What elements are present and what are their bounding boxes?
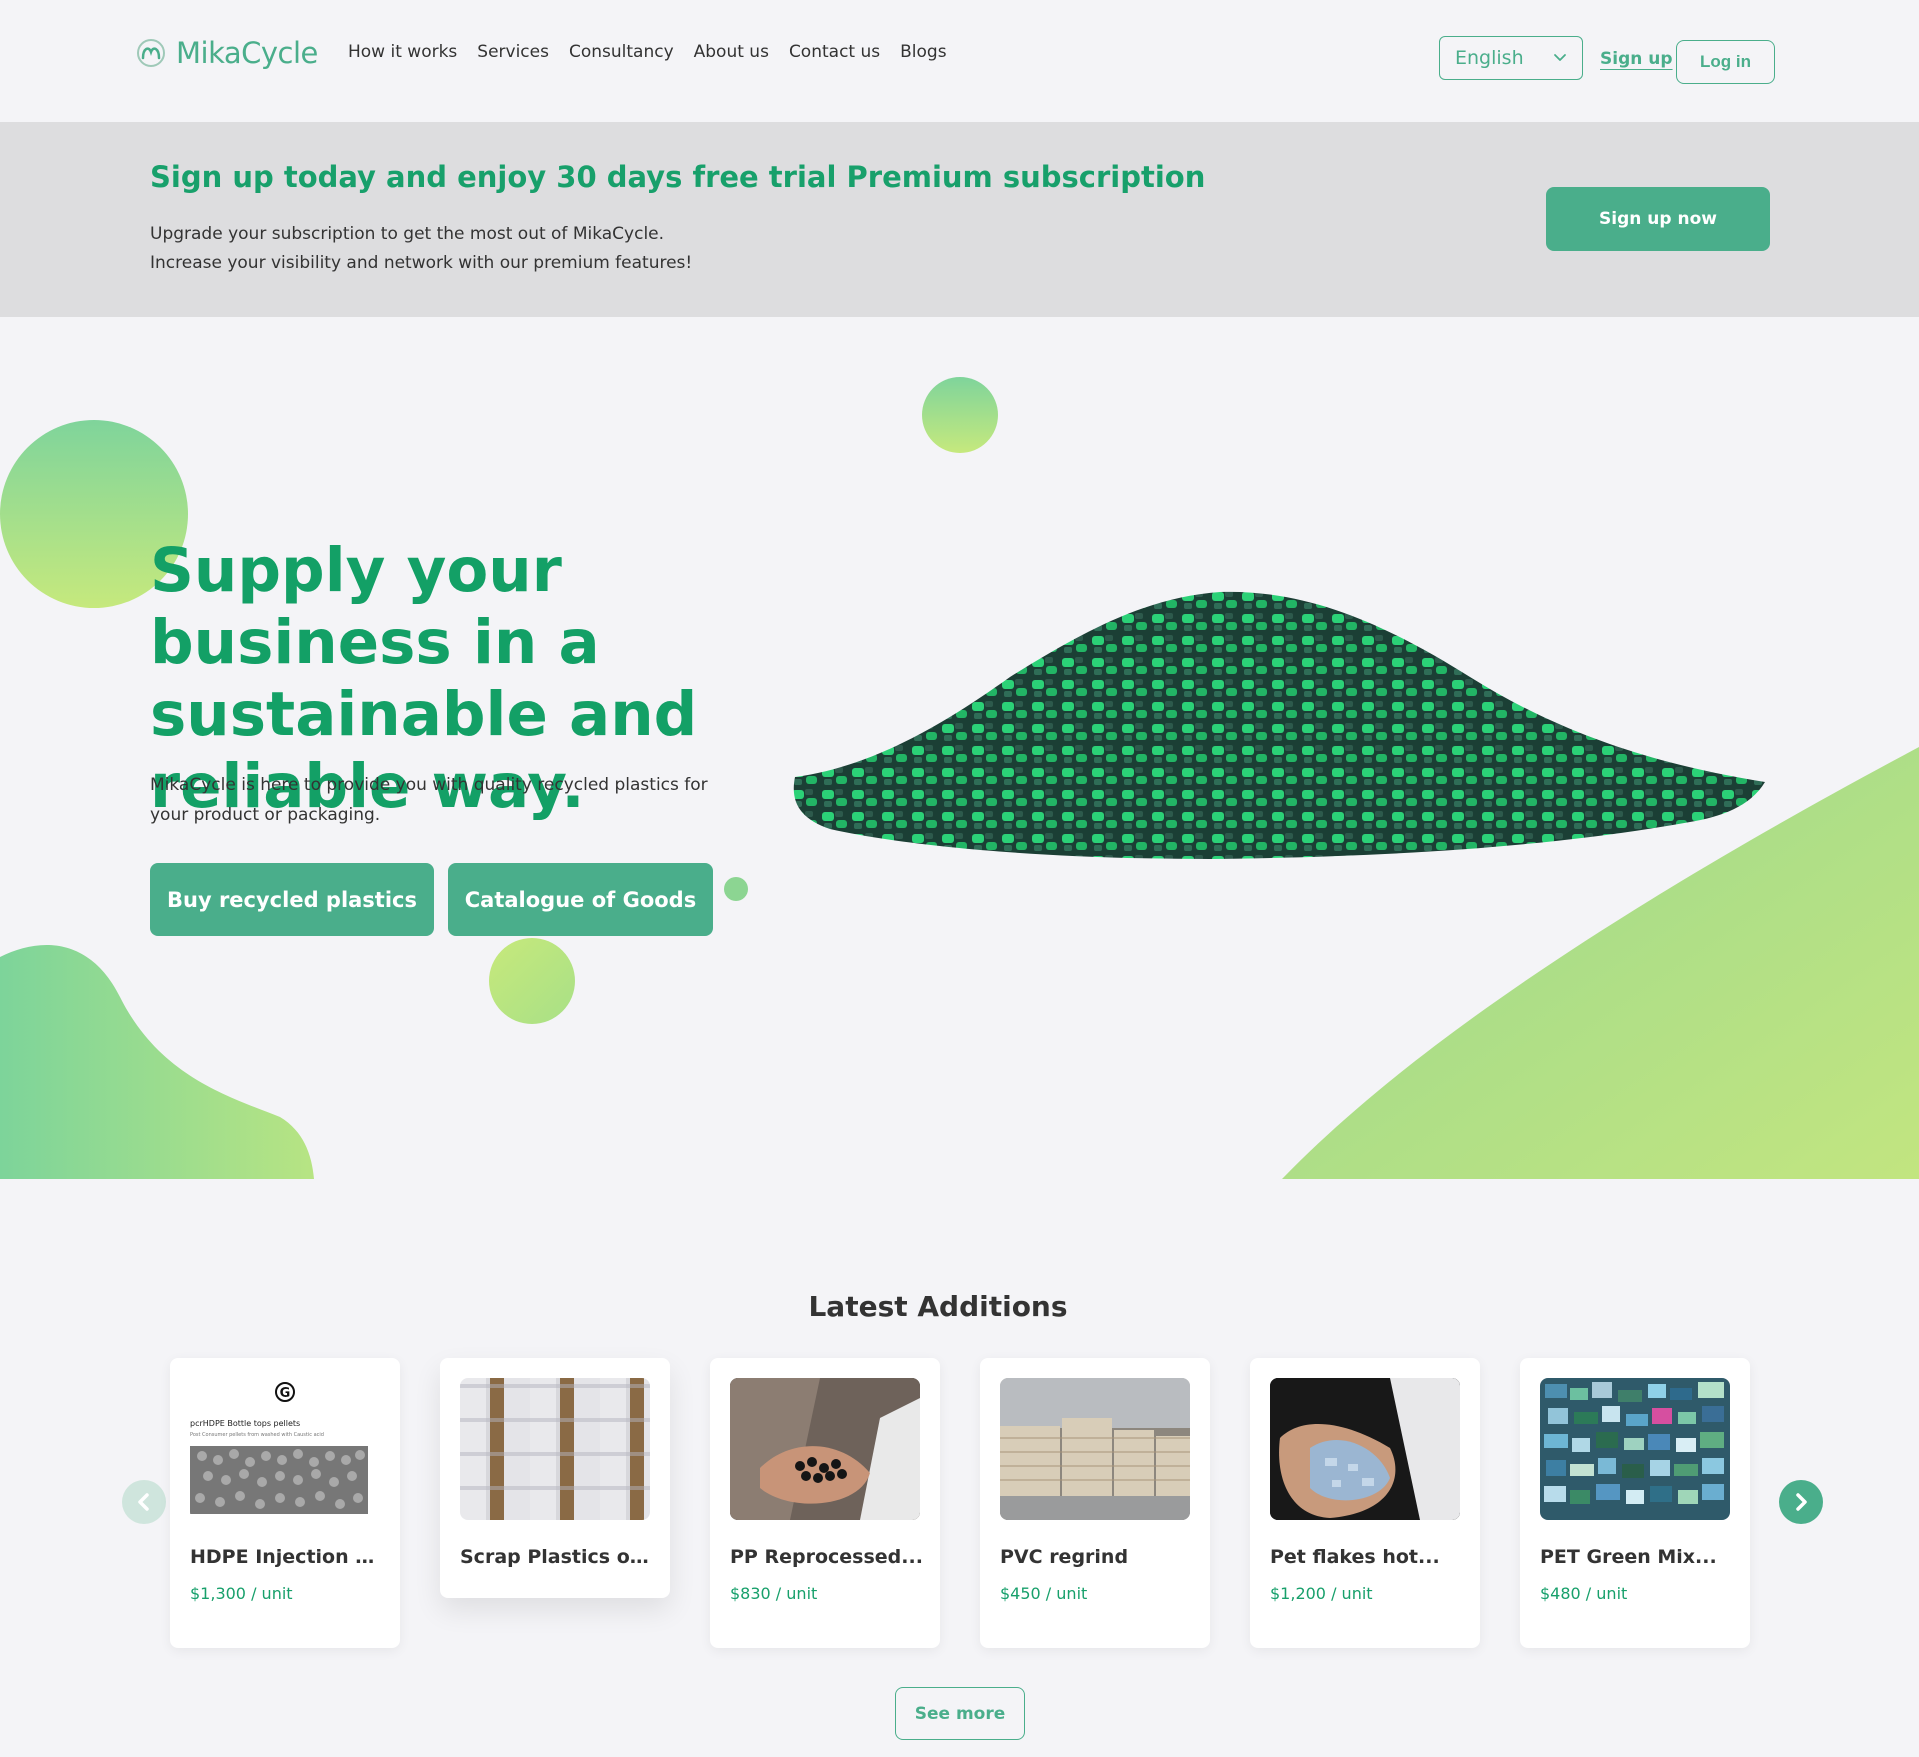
- chevron-left-icon: [138, 1493, 149, 1511]
- nav-about-us[interactable]: About us: [694, 42, 769, 62]
- promo-line-2: Increase your visibility and network wit…: [150, 253, 693, 273]
- nav-consultancy[interactable]: Consultancy: [569, 42, 674, 62]
- product-name: HDPE Injection Ho...: [190, 1546, 385, 1568]
- product-card[interactable]: PVC regrind $450 / unit: [980, 1358, 1210, 1648]
- language-value: English: [1455, 47, 1524, 69]
- signup-now-button[interactable]: Sign up now: [1546, 187, 1770, 251]
- product-price: $1,300 / unit: [190, 1584, 293, 1603]
- chevron-right-icon: [1796, 1493, 1807, 1511]
- product-card[interactable]: PET Green Mix... $480 / unit: [1520, 1358, 1750, 1648]
- product-image: [1000, 1378, 1190, 1520]
- hero-description: MikaCycle is here to provide you with qu…: [150, 775, 708, 825]
- logo-text: MikaCycle: [176, 36, 318, 70]
- product-card[interactable]: G pcrHDPE Bottle tops pellets Post Consu…: [170, 1358, 400, 1648]
- promo-title: Sign up today and enjoy 30 days free tri…: [150, 160, 1206, 194]
- product-image: [460, 1378, 650, 1520]
- site-header: MikaCycle How it works Services Consulta…: [0, 0, 1919, 122]
- product-image: G pcrHDPE Bottle tops pellets Post Consu…: [190, 1378, 380, 1520]
- language-select[interactable]: English: [1439, 36, 1583, 80]
- mikacycle-logo-icon: [137, 39, 165, 67]
- product-price: $830 / unit: [730, 1584, 818, 1603]
- product-name: PVC regrind: [1000, 1546, 1129, 1568]
- product-name: Scrap Plastics of...: [460, 1546, 655, 1568]
- decor-circle-small: [724, 877, 748, 901]
- product-name: Pet flakes hot...: [1270, 1546, 1440, 1568]
- image-logo-text: G: [280, 1386, 291, 1401]
- nav-blogs[interactable]: Blogs: [900, 42, 946, 62]
- product-price: $450 / unit: [1000, 1584, 1088, 1603]
- promo-banner: Sign up today and enjoy 30 days free tri…: [0, 122, 1919, 317]
- product-name: PET Green Mix...: [1540, 1546, 1717, 1568]
- hero-section: Supply your business in a sustainable an…: [0, 317, 1919, 1179]
- carousel-prev-button[interactable]: [122, 1480, 166, 1524]
- see-more-button[interactable]: See more: [895, 1687, 1025, 1740]
- nav-services[interactable]: Services: [477, 42, 549, 62]
- product-card[interactable]: Scrap Plastics of...: [440, 1358, 670, 1598]
- latest-additions-title: Latest Additions: [808, 1290, 1068, 1323]
- chevron-down-icon: [1554, 54, 1566, 61]
- catalogue-of-goods-button[interactable]: Catalogue of Goods: [448, 863, 713, 936]
- product-image: [730, 1378, 920, 1520]
- login-button[interactable]: Log in: [1676, 40, 1775, 84]
- promo-text: Upgrade your subscription to get the mos…: [150, 220, 692, 278]
- product-price: $480 / unit: [1540, 1584, 1628, 1603]
- product-card[interactable]: PP Reprocessed... $830 / unit: [710, 1358, 940, 1648]
- product-price: $1,200 / unit: [1270, 1584, 1373, 1603]
- decor-circle-mid: [489, 938, 575, 1024]
- carousel-next-button[interactable]: [1779, 1480, 1823, 1524]
- plastic-pellets-image: [793, 591, 1765, 859]
- product-name: PP Reprocessed...: [730, 1546, 923, 1568]
- image-subcaption: Post Consumer pellets from washed with C…: [190, 1432, 324, 1438]
- product-image: [1270, 1378, 1460, 1520]
- main-nav: How it works Services Consultancy About …: [348, 42, 947, 62]
- product-card[interactable]: Pet flakes hot... $1,200 / unit: [1250, 1358, 1480, 1648]
- decor-blob-left: [0, 945, 314, 1179]
- product-image: [1540, 1378, 1730, 1520]
- promo-line-1: Upgrade your subscription to get the mos…: [150, 224, 665, 244]
- buy-recycled-plastics-button[interactable]: Buy recycled plastics: [150, 863, 434, 936]
- nav-contact-us[interactable]: Contact us: [789, 42, 880, 62]
- decor-circle-top: [922, 377, 998, 453]
- logo[interactable]: MikaCycle: [134, 36, 318, 70]
- nav-how-it-works[interactable]: How it works: [348, 42, 457, 62]
- image-caption: pcrHDPE Bottle tops pellets: [190, 1419, 300, 1428]
- signup-link[interactable]: Sign up: [1600, 49, 1673, 69]
